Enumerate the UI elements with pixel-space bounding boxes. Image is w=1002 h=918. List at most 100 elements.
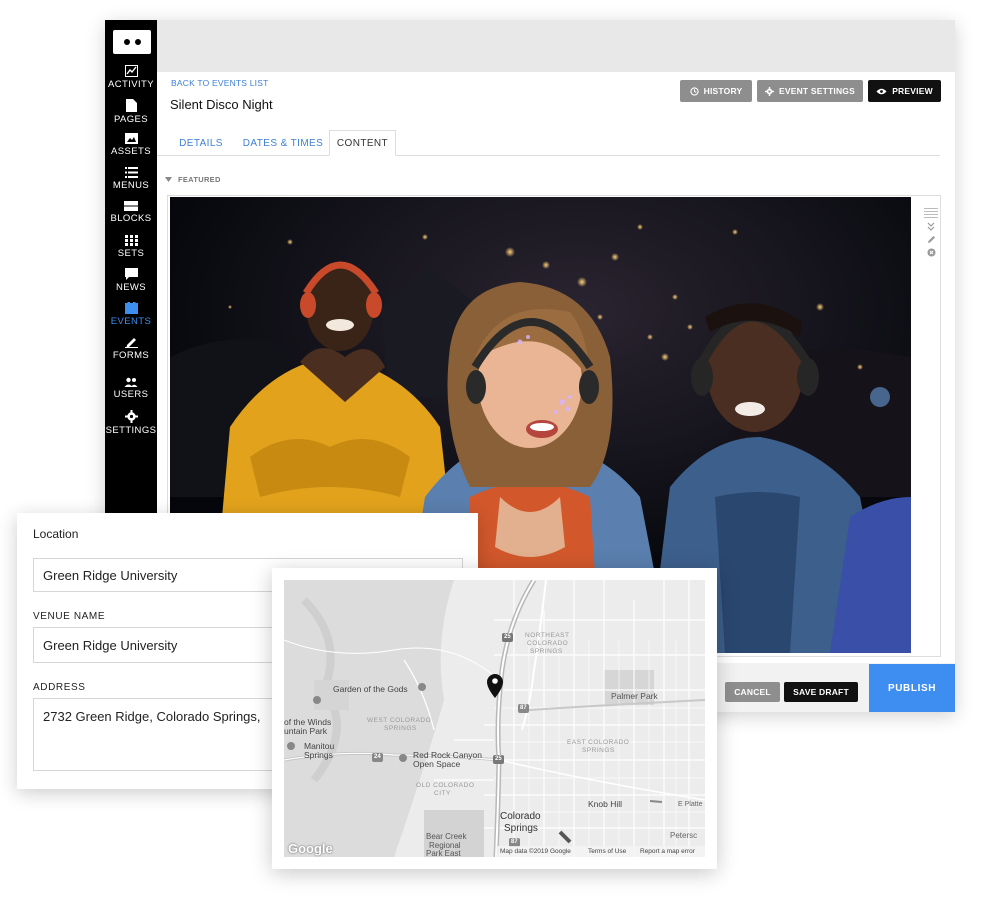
tab-bar: DETAILS DATES & TIMES CONTENT bbox=[157, 130, 940, 156]
history-icon bbox=[690, 86, 699, 96]
map-label: Colorado bbox=[500, 811, 541, 822]
map-label: Palmer Park bbox=[611, 691, 658, 701]
sidebar-item-menus[interactable]: MENUS bbox=[105, 167, 157, 191]
address-value: 2732 Green Ridge, Colorado Springs, bbox=[43, 709, 261, 724]
map-label: Springs bbox=[304, 750, 333, 760]
map-data-text: Map data ©2019 Google bbox=[500, 848, 571, 855]
highway-shield: 24 bbox=[374, 754, 381, 760]
preview-button[interactable]: PREVIEW bbox=[868, 80, 941, 102]
back-to-events-link[interactable]: BACK TO EVENTS LIST bbox=[171, 78, 269, 88]
settings-icon bbox=[124, 410, 138, 423]
map-roads bbox=[284, 580, 705, 857]
sidebar-item-blocks[interactable]: BLOCKS bbox=[105, 201, 157, 224]
map-label: E Platte bbox=[678, 801, 703, 808]
map-card: NORTHEAST COLORADO SPRINGS Garden of the… bbox=[272, 568, 717, 869]
highway-shield: 25 bbox=[495, 756, 502, 762]
sidebar-item-label: FORMS bbox=[112, 350, 150, 361]
location-title: Location bbox=[33, 527, 79, 541]
drag-handle-icon[interactable] bbox=[924, 208, 938, 218]
map-label: untain Park bbox=[284, 726, 327, 736]
sidebar-item-label: EVENTS bbox=[110, 316, 152, 327]
location-field-value: Green Ridge University bbox=[43, 567, 178, 583]
report-map-error-link[interactable]: Report a map error bbox=[640, 848, 695, 855]
history-label: HISTORY bbox=[703, 86, 743, 96]
block-tools bbox=[923, 208, 939, 261]
menus-icon bbox=[124, 167, 138, 178]
terms-link[interactable]: Terms of Use bbox=[588, 848, 626, 855]
map-label: COLORADO bbox=[527, 640, 569, 647]
map-label: SPRINGS bbox=[582, 747, 615, 754]
map-label: OLD COLORADO bbox=[416, 782, 475, 789]
sidebar-item-label: ASSETS bbox=[111, 146, 151, 157]
stage: ACTIVITY PAGES ASSETS MENUS BLOCKS SETS bbox=[0, 0, 1002, 918]
preview-label: PREVIEW bbox=[892, 86, 933, 96]
cancel-button[interactable]: CANCEL bbox=[725, 682, 780, 702]
tab-content[interactable]: CONTENT bbox=[329, 130, 396, 156]
map-label: Knob Hill bbox=[588, 799, 623, 809]
sidebar-item-label: MENUS bbox=[112, 180, 150, 191]
sidebar-item-activity[interactable]: ACTIVITY bbox=[105, 65, 157, 90]
map-label: Open Space bbox=[413, 759, 461, 769]
featured-section-toggle[interactable]: FEATURED bbox=[165, 175, 221, 184]
sidebar-item-assets[interactable]: ASSETS bbox=[105, 133, 157, 157]
sidebar-item-label: PAGES bbox=[113, 114, 149, 125]
sidebar-item-settings[interactable]: SETTINGS bbox=[105, 410, 157, 436]
featured-label: FEATURED bbox=[178, 175, 221, 184]
venue-name-value: Green Ridge University bbox=[43, 637, 178, 653]
collapse-icon[interactable] bbox=[927, 222, 935, 231]
google-logo[interactable]: Google bbox=[288, 841, 333, 856]
highway-shield: 87 bbox=[520, 705, 527, 711]
sidebar-item-forms[interactable]: FORMS bbox=[105, 336, 157, 361]
pages-icon bbox=[125, 99, 137, 112]
sets-icon bbox=[124, 235, 138, 246]
pencil-icon[interactable] bbox=[927, 235, 936, 244]
map-label: NORTHEAST bbox=[525, 632, 570, 639]
map-label: CITY bbox=[434, 790, 451, 797]
save-draft-button[interactable]: SAVE DRAFT bbox=[784, 682, 858, 702]
sidebar-item-sets[interactable]: SETS bbox=[105, 235, 157, 259]
map-label: SPRINGS bbox=[530, 648, 563, 655]
remove-icon[interactable] bbox=[927, 248, 936, 257]
sidebar-item-news[interactable]: NEWS bbox=[105, 268, 157, 293]
map-label: WEST COLORADO bbox=[367, 717, 432, 724]
map-label: Park East bbox=[426, 849, 461, 858]
events-icon bbox=[124, 302, 138, 314]
sidebar-item-label: ACTIVITY bbox=[108, 79, 154, 90]
venue-name-label: VENUE NAME bbox=[33, 611, 106, 622]
event-settings-button[interactable]: EVENT SETTINGS bbox=[757, 80, 863, 102]
publish-button[interactable]: PUBLISH bbox=[869, 664, 955, 712]
sidebar-item-pages[interactable]: PAGES bbox=[105, 99, 157, 125]
sidebar-item-label: NEWS bbox=[115, 282, 147, 293]
sidebar-item-label: SETS bbox=[117, 248, 145, 259]
highway-shield: 87 bbox=[511, 839, 518, 845]
app-logo[interactable] bbox=[113, 30, 151, 54]
activity-icon bbox=[124, 65, 138, 77]
sidebar-item-users[interactable]: USERS bbox=[105, 377, 157, 400]
tab-dates-times[interactable]: DATES & TIMES bbox=[237, 130, 329, 156]
tab-details[interactable]: DETAILS bbox=[171, 130, 231, 156]
caret-down-icon bbox=[165, 177, 172, 182]
page-title: Silent Disco Night bbox=[170, 97, 273, 112]
gear-icon bbox=[764, 86, 774, 96]
map-label: SPRINGS bbox=[384, 725, 417, 732]
map[interactable]: NORTHEAST COLORADO SPRINGS Garden of the… bbox=[284, 580, 705, 857]
map-label: Garden of the Gods bbox=[333, 684, 408, 694]
sidebar-item-label: USERS bbox=[113, 389, 149, 400]
map-label: Bear Creek bbox=[426, 832, 467, 841]
address-label: ADDRESS bbox=[33, 682, 86, 693]
users-icon bbox=[124, 377, 138, 387]
map-label: Springs bbox=[504, 823, 538, 834]
map-label: EAST COLORADO bbox=[567, 739, 630, 746]
news-icon bbox=[124, 268, 138, 280]
history-button[interactable]: HISTORY bbox=[680, 80, 752, 102]
blocks-icon bbox=[124, 201, 138, 211]
highway-shield: 25 bbox=[504, 634, 511, 640]
eye-icon bbox=[876, 88, 887, 94]
top-bar bbox=[157, 20, 955, 72]
sidebar-item-events[interactable]: EVENTS bbox=[105, 302, 157, 327]
sidebar-item-label: BLOCKS bbox=[110, 213, 152, 224]
forms-icon bbox=[124, 338, 138, 348]
assets-icon bbox=[124, 133, 138, 144]
map-label: Petersc bbox=[670, 831, 698, 840]
sidebar-item-label: SETTINGS bbox=[105, 425, 157, 436]
